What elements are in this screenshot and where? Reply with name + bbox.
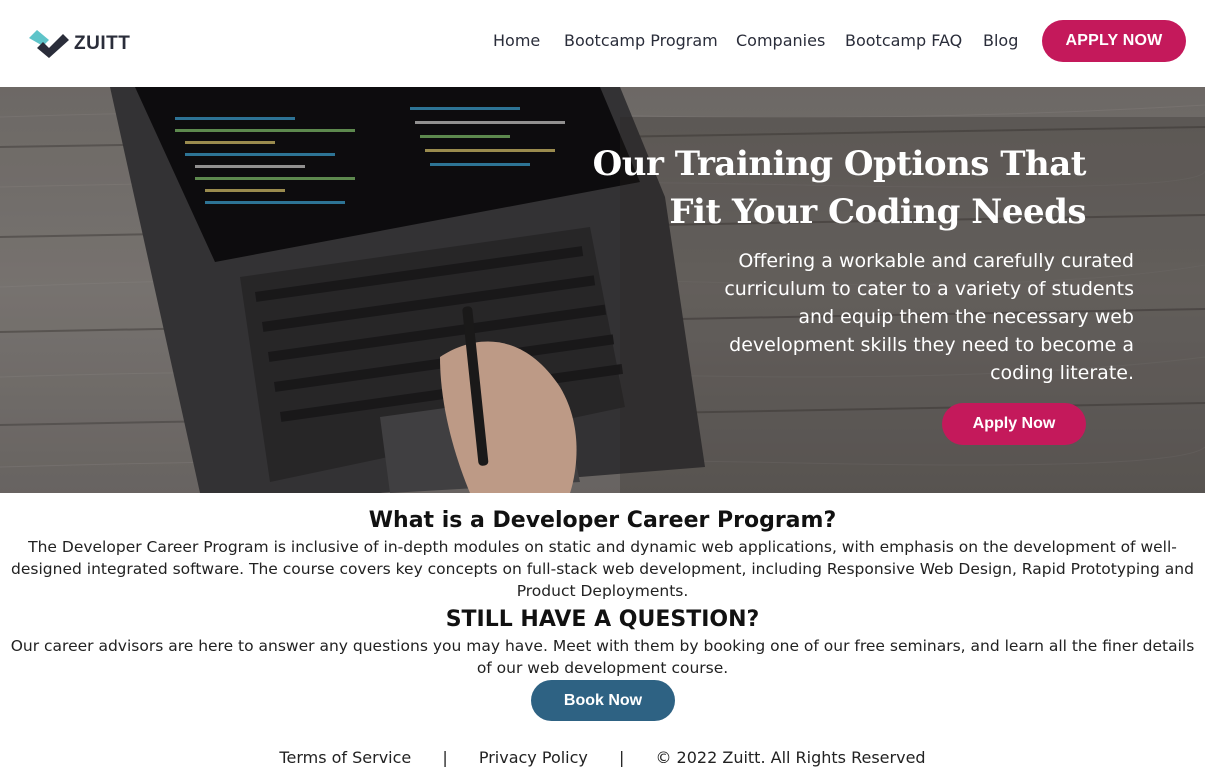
- book-now-button[interactable]: Book Now: [531, 680, 675, 721]
- main-nav: Home Bootcamp Program Companies Bootcamp…: [0, 29, 1205, 53]
- footer-separator: |: [618, 748, 625, 767]
- hero-banner: Our Training Options That Fit Your Codin…: [0, 87, 1205, 493]
- navbar: ZUITT Home Bootcamp Program Companies Bo…: [0, 0, 1205, 87]
- hero-subtitle: Offering a workable and carefully curate…: [724, 250, 1134, 384]
- copyright-text: © 2022 Zuitt. All Rights Reserved: [655, 748, 926, 767]
- hero-title-line-1: Our Training Options That: [592, 144, 1087, 184]
- nav-bootcamp-faq[interactable]: Bootcamp FAQ: [845, 29, 962, 53]
- nav-home[interactable]: Home: [493, 29, 540, 53]
- footer-separator: |: [442, 748, 448, 767]
- program-heading: What is a Developer Career Program?: [368, 508, 837, 533]
- terms-of-service-link[interactable]: Terms of Service: [279, 746, 411, 770]
- nav-companies[interactable]: Companies: [736, 29, 825, 53]
- hero-title: Our Training Options That Fit Your Codin…: [526, 140, 1087, 236]
- nav-blog[interactable]: Blog: [983, 29, 1018, 53]
- question-heading: STILL HAVE A QUESTION?: [445, 607, 760, 632]
- nav-bootcamp-program[interactable]: Bootcamp Program: [564, 29, 718, 53]
- apply-now-nav-button[interactable]: APPLY NOW: [1042, 20, 1186, 62]
- apply-now-hero-button[interactable]: Apply Now: [942, 403, 1086, 445]
- hero-title-line-2: Fit Your Coding Needs: [669, 192, 1086, 232]
- question-description: Our career advisors are here to answer a…: [10, 637, 1195, 677]
- privacy-policy-link[interactable]: Privacy Policy: [479, 746, 588, 770]
- footer: Terms of Service | Privacy Policy | © 20…: [0, 746, 1205, 770]
- program-description: The Developer Career Program is inclusiv…: [11, 538, 1194, 600]
